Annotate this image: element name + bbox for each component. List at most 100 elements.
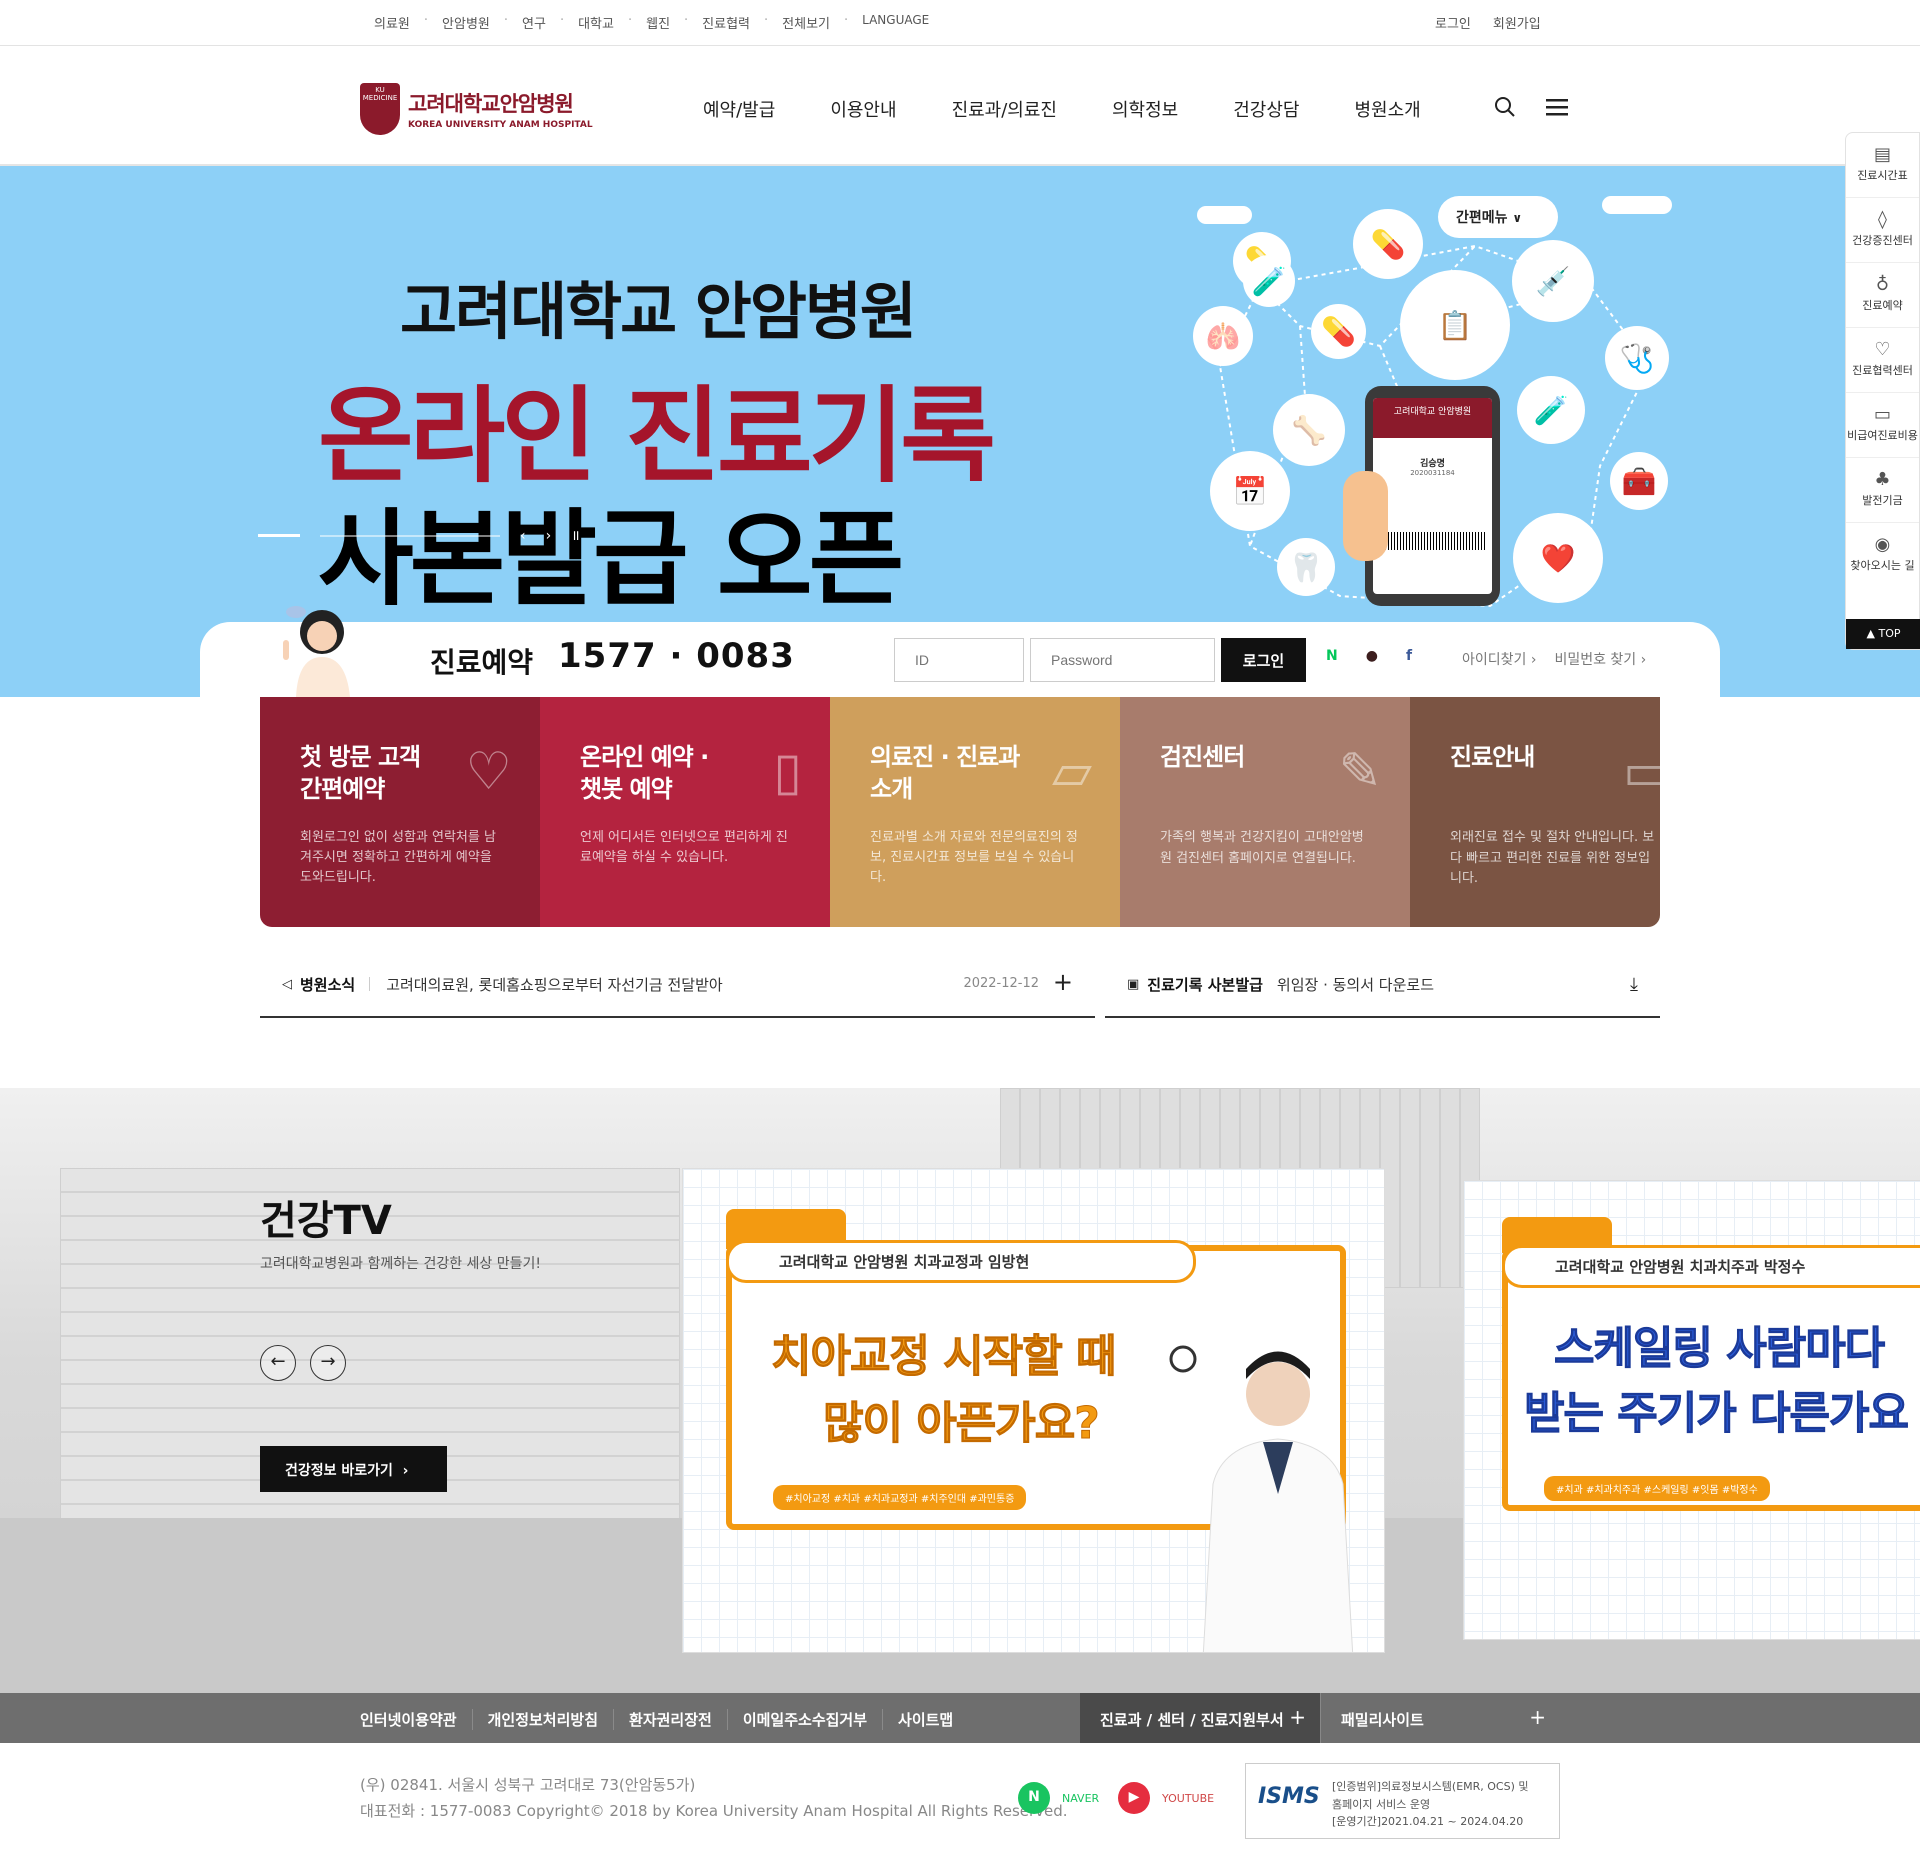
card-desc: 회원로그인 없이 성함과 연락처를 남겨주시면 정확하고 간편하게 예약을 도와… (300, 829, 496, 886)
hospital-news[interactable]: ◁ 병원소식 고려대의료원, 롯데홈쇼핑으로부터 자선기금 전달받아 2022-… (260, 958, 1095, 1018)
arrow-left-icon[interactable]: ← (260, 1345, 296, 1381)
naver-login-icon[interactable]: N (1326, 648, 1338, 664)
video-headline-2: 받는 주기가 다른가요 (1524, 1388, 1910, 1440)
util-link-university[interactable]: 대학교 (564, 13, 628, 32)
hamburger-menu-icon[interactable] (1546, 96, 1568, 124)
heart-icon: ♡ (1874, 339, 1891, 360)
folder-icon: ▱ (1052, 742, 1092, 802)
video-thumbnail[interactable]: 고려대학교 안암병원 치과교정과 임방현 치아교정 시작할 때 많이 아픈가요?… (682, 1168, 1385, 1653)
id-input[interactable] (894, 638, 1024, 682)
menu-about[interactable]: 병원소개 (1355, 96, 1421, 122)
hospital-logo[interactable]: KU MEDICINE 고려대학교안암병원 KOREA UNIVERSITY A… (360, 83, 593, 135)
quick-fund[interactable]: ♣ 발전기금 (1846, 458, 1919, 523)
find-id-link[interactable]: 아이디찾기 › (1462, 649, 1536, 669)
footer-link-sitemap[interactable]: 사이트맵 (882, 1709, 968, 1730)
syringe-icon: 💉 (1512, 240, 1594, 322)
slider-prev-icon[interactable]: ‹ (520, 528, 526, 544)
news-date: 2022-12-12 (963, 976, 1039, 991)
menu-departments[interactable]: 진료과/의료진 (952, 96, 1057, 122)
quick-cooperation[interactable]: ♡ 진료협력센터 (1846, 328, 1919, 393)
login-button[interactable]: 로그인 (1221, 638, 1306, 682)
bottle-icon: 🧪 (1243, 255, 1295, 307)
quick-noncovered-cost[interactable]: ▭ 비급여진료비용 (1846, 393, 1919, 458)
footer-link-email-refusal[interactable]: 이메일주소수집거부 (726, 1709, 882, 1730)
card-doctors[interactable]: 의료진 · 진료과 소개 진료과별 소개 자료와 전문의료진의 정보, 진료시간표… (830, 697, 1120, 927)
footer-link-patient-rights[interactable]: 환자권리장전 (613, 1709, 727, 1730)
arrow-right-icon[interactable]: → (310, 1345, 346, 1381)
card-online-reservation[interactable]: 온라인 예약 · 챗봇 예약 언제 어디서든 인터넷으로 편리하게 진료예약을 하… (540, 697, 830, 927)
copy-text[interactable]: 위임장 · 동의서 다운로드 (1277, 974, 1434, 995)
capsule-icon: 💊 (1353, 209, 1423, 279)
footer-bar: 인터넷이용약관 개인정보처리방침 환자권리장전 이메일주소수집거부 사이트맵 진… (0, 1693, 1920, 1743)
menu-reservation[interactable]: 예약/발급 (703, 96, 775, 122)
slider-track (320, 534, 500, 537)
record-copy[interactable]: ▣ 진료기록 사본발급 위임장 · 동의서 다운로드 ⤓ (1105, 958, 1660, 1018)
syringe-icon: ✎ (1338, 742, 1382, 802)
naver-link[interactable]: N NAVER (1018, 1782, 1099, 1814)
quick-location[interactable]: ◉ 찾아오시는 길 (1846, 523, 1919, 588)
health-info-button[interactable]: 건강정보 바로가기 › (260, 1446, 447, 1492)
quick-cards: 첫 방문 고객 간편예약 회원로그인 없이 성함과 연락처를 남겨주시면 정확하고… (260, 697, 1660, 927)
quick-health-center[interactable]: ◊ 건강증진센터 (1846, 198, 1919, 263)
slider-next-icon[interactable]: › (546, 528, 552, 544)
clipboard-icon: 📋 (1400, 270, 1510, 380)
slider-pause-icon[interactable]: ॥ (571, 526, 579, 545)
logo-name: 고려대학교안암병원 (408, 92, 574, 116)
footer-link-terms[interactable]: 인터넷이용약관 (360, 1709, 472, 1730)
language-select[interactable]: LANGUAGE (848, 13, 943, 32)
util-link-research[interactable]: 연구 (508, 13, 560, 32)
video-headline-1: 스케일링 사람마다 (1553, 1323, 1885, 1375)
util-link-anam[interactable]: 안암병원 (428, 13, 504, 32)
card-title: 의료진 · 진료과 소개 (870, 743, 1020, 804)
stethoscope-icon: ♁ (1875, 274, 1890, 295)
news-more-icon[interactable]: + (1053, 968, 1073, 996)
menu-guide[interactable]: 이용안내 (830, 96, 896, 122)
main-menu: 예약/발급 이용안내 진료과/의료진 의학정보 건강상담 병원소개 (703, 96, 1421, 122)
download-icon[interactable]: ⤓ (1630, 974, 1638, 995)
password-input[interactable] (1030, 638, 1215, 682)
section-subtitle: 고려대학교병원과 함께하는 건강한 세상 만들기! (260, 1256, 542, 1272)
util-link-medical-center[interactable]: 의료원 (360, 13, 424, 32)
video-thumbnail[interactable]: 고려대학교 안암병원 치과치주과 박정수 스케일링 사람마다 받는 주기가 다른… (1463, 1180, 1920, 1640)
logo-en: KOREA UNIVERSITY ANAM HOSPITAL (408, 120, 593, 130)
card-treatment-guide[interactable]: 진료안내 외래진료 접수 및 절차 안내입니다. 보다 빠르고 편리한 진료를 … (1410, 697, 1660, 927)
utility-bar: 의료원 · 안암병원 · 연구 · 대학교 · 웹진 · 진료협력 · 전체보기 · LANG… (0, 0, 1920, 46)
hero-title-3: 사본발급 오픈 (318, 498, 904, 620)
kakao-login-icon[interactable]: ● (1366, 648, 1378, 664)
card-first-visit[interactable]: 첫 방문 고객 간편예약 회원로그인 없이 성함과 연락처를 남겨주시면 정확하고… (260, 697, 540, 927)
card-checkup-center[interactable]: 검진센터 가족의 행복과 건강지킴이 고대안암병원 검진센터 홈페이지로 연결됩… (1120, 697, 1410, 927)
menu-medical-info[interactable]: 의학정보 (1112, 96, 1178, 122)
document-icon: ▣ (1127, 976, 1140, 992)
top-button[interactable]: ▲ TOP (1846, 619, 1920, 649)
facebook-login-icon[interactable]: f (1406, 648, 1412, 664)
youtube-link[interactable]: ▶ YOUTUBE (1118, 1782, 1214, 1814)
calendar-icon: 📅 (1210, 451, 1290, 531)
spine-icon: 🦴 (1273, 394, 1345, 466)
video-headline-2: 많이 아픈가요? (823, 1398, 1101, 1450)
map-pin-icon: ◉ (1874, 534, 1891, 555)
calendar-icon: ▤ (1873, 144, 1891, 165)
login-link[interactable]: 로그인 (1435, 13, 1471, 32)
ku-shield-icon: KU MEDICINE (360, 83, 400, 135)
news-headline[interactable]: 고려대의료원, 롯데홈쇼핑으로부터 자선기금 전달받아 (386, 974, 722, 995)
util-link-webzine[interactable]: 웹진 (632, 13, 684, 32)
util-link-cooperation[interactable]: 진료협력 (688, 13, 764, 32)
join-link[interactable]: 회원가입 (1493, 13, 1541, 32)
video-headline-1: 치아교정 시작할 때 (770, 1331, 1116, 1383)
find-password-link[interactable]: 비밀번호 찾기 › (1554, 649, 1646, 669)
footer-link-privacy[interactable]: 개인정보처리방침 (471, 1709, 613, 1730)
hero-title-1: 고려대학교 안암병원 (400, 275, 917, 348)
youtube-icon: ▶ (1118, 1782, 1150, 1814)
stethoscope-icon (1169, 1345, 1197, 1373)
menu-health-consult[interactable]: 건강상담 (1233, 96, 1299, 122)
card-title: 온라인 예약 · 챗봇 예약 (580, 743, 709, 804)
department-site-select[interactable]: 진료과 / 센터 / 진료지원부서 + (1080, 1693, 1320, 1743)
quick-reservation[interactable]: ♁ 진료예약 (1846, 263, 1919, 328)
card-desc: 진료과별 소개 자료와 전문의료진의 정보, 진료시간표 정보를 보실 수 있습… (870, 829, 1078, 886)
family-site-select[interactable]: 패밀리사이트 + (1320, 1693, 1560, 1743)
search-icon[interactable] (1494, 96, 1516, 124)
heart-pulse-icon: ❤️ (1513, 513, 1603, 603)
quick-timetable[interactable]: ▤ 진료시간표 (1846, 133, 1919, 198)
util-link-all[interactable]: 전체보기 (768, 13, 844, 32)
note-icon: ▯ (773, 742, 802, 802)
